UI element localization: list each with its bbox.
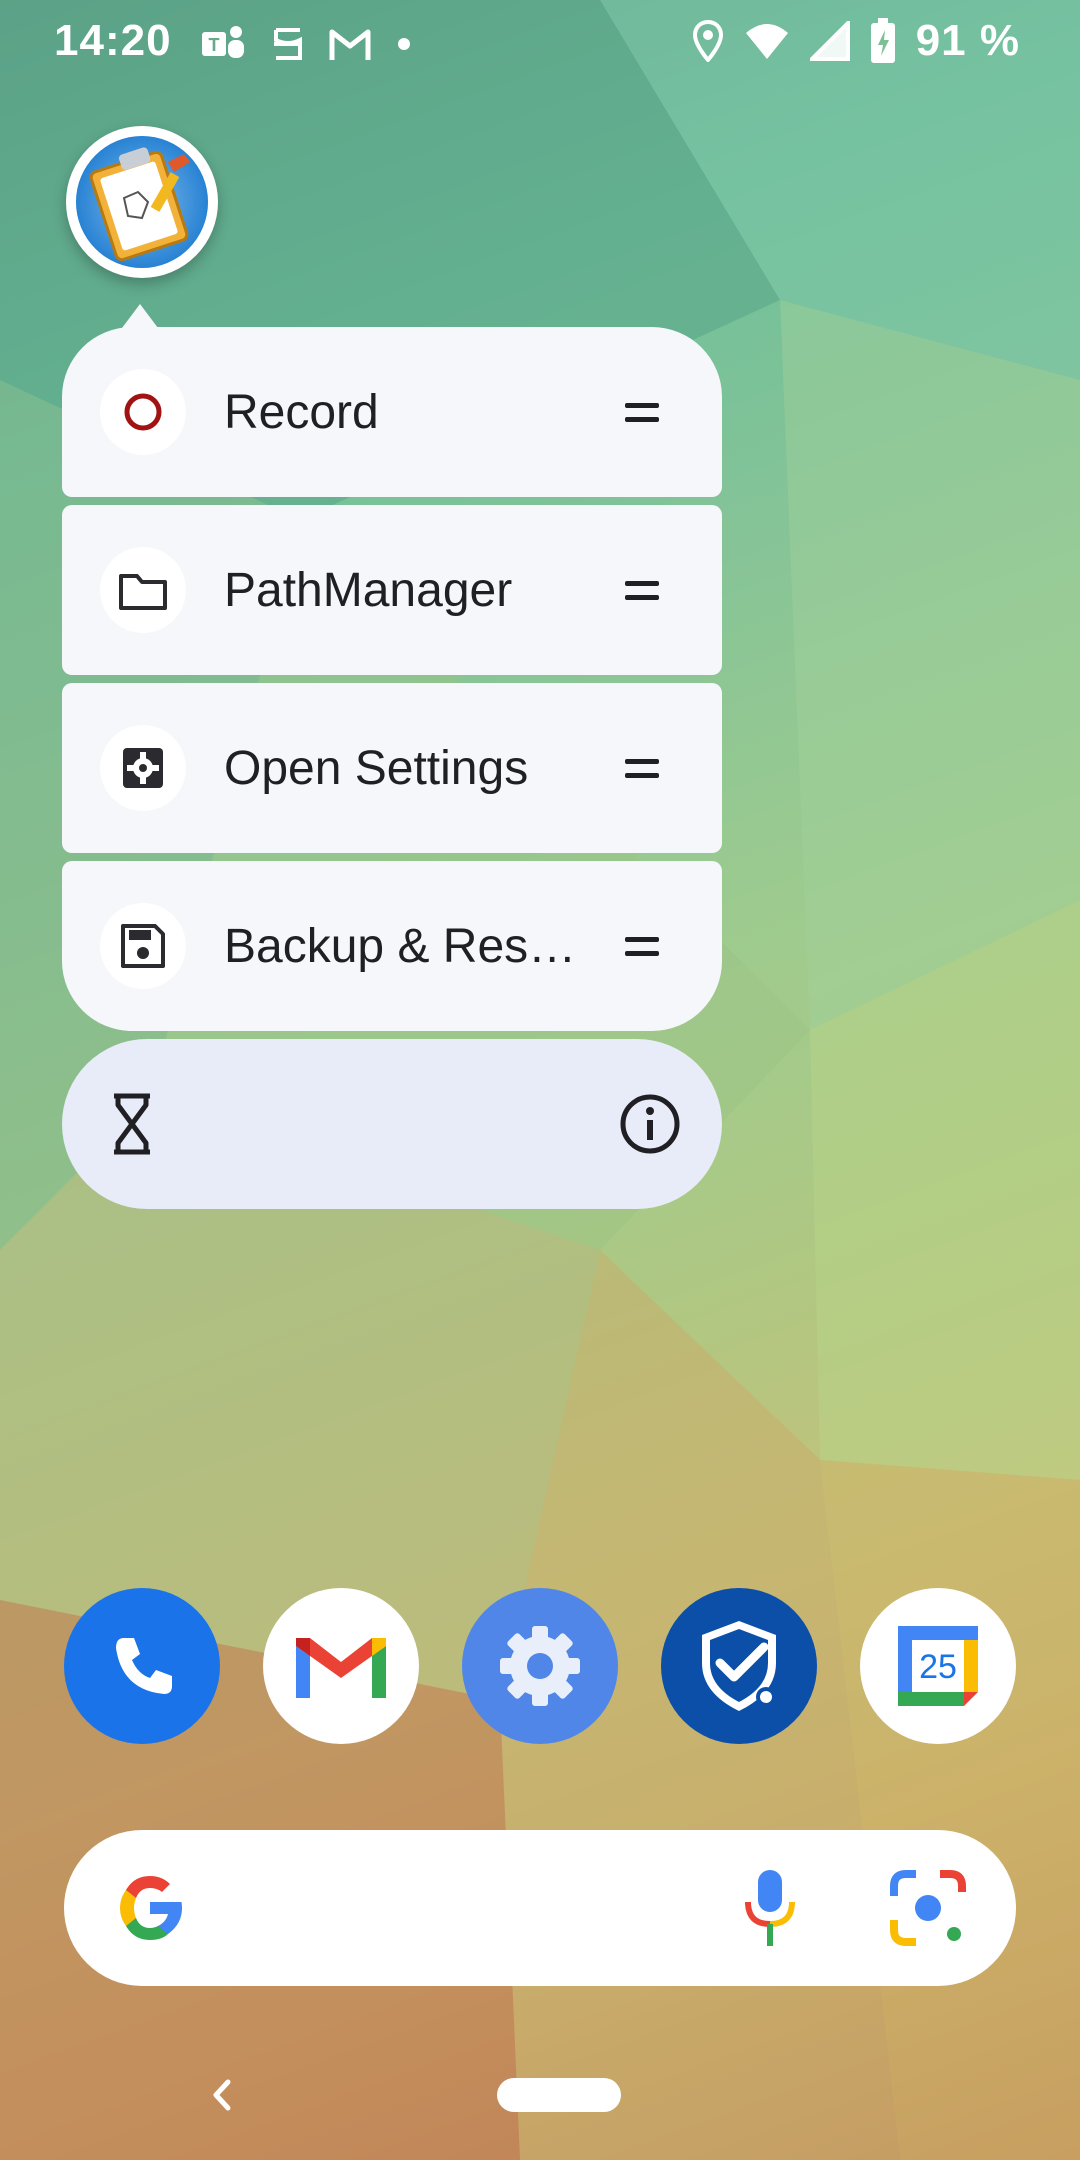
phone-icon[interactable] bbox=[64, 1588, 220, 1744]
status-bar: 14:20 T 91 % bbox=[0, 0, 1080, 90]
battery-charging-icon bbox=[870, 18, 896, 64]
wifi-icon bbox=[744, 21, 790, 61]
drag-handle-icon[interactable] bbox=[612, 936, 672, 956]
battery-percent: 91 % bbox=[915, 16, 1020, 65]
shortcut-label: Record bbox=[224, 385, 379, 439]
info-icon[interactable] bbox=[618, 1092, 682, 1156]
folder-icon bbox=[100, 547, 186, 633]
calendar-date: 25 bbox=[919, 1648, 957, 1686]
back-icon[interactable] bbox=[206, 2070, 236, 2125]
shortcut-open-settings[interactable]: Open Settings bbox=[62, 683, 722, 853]
mic-icon[interactable] bbox=[740, 1866, 800, 1955]
shortcut-label: Open Settings bbox=[224, 741, 529, 795]
settings-icon bbox=[100, 725, 186, 811]
svg-text:T: T bbox=[209, 35, 220, 55]
google-logo-icon bbox=[112, 1870, 188, 1951]
lens-icon[interactable] bbox=[888, 1868, 968, 1953]
record-icon bbox=[100, 369, 186, 455]
teams-icon: T bbox=[200, 22, 248, 66]
drag-handle-icon[interactable] bbox=[612, 758, 672, 778]
google-search-bar[interactable] bbox=[64, 1830, 1016, 1986]
drag-handle-icon[interactable] bbox=[612, 580, 672, 600]
shortcut-backup-restore[interactable]: Backup & Res… bbox=[62, 861, 722, 1031]
shortcut-label: PathManager bbox=[224, 563, 513, 617]
settings-icon[interactable] bbox=[462, 1588, 618, 1744]
gmail-icon[interactable] bbox=[263, 1588, 419, 1744]
popup-action-row bbox=[62, 1039, 722, 1209]
calendar-icon[interactable]: 25 bbox=[860, 1588, 1016, 1744]
popup-pointer bbox=[122, 304, 158, 328]
app-dock: 25 bbox=[64, 1588, 1016, 1744]
clipboard-icon bbox=[76, 136, 208, 268]
signal-icon bbox=[809, 21, 850, 61]
shortcut-pathmanager[interactable]: PathManager bbox=[62, 505, 722, 675]
shortcut-label: Backup & Res… bbox=[224, 919, 577, 973]
floppy-icon bbox=[100, 903, 186, 989]
status-time: 14:20 bbox=[54, 16, 172, 65]
dot-icon bbox=[394, 34, 414, 54]
drag-handle-icon[interactable] bbox=[612, 402, 672, 422]
shield-check-icon[interactable] bbox=[661, 1588, 817, 1744]
hourglass-icon[interactable] bbox=[110, 1093, 154, 1155]
gmail-icon bbox=[328, 26, 372, 62]
shortcut-record[interactable]: Record bbox=[62, 327, 722, 497]
home-pill[interactable] bbox=[497, 2078, 621, 2112]
scribe-icon bbox=[270, 22, 306, 66]
location-icon bbox=[692, 20, 724, 62]
clipboard-app-icon[interactable] bbox=[66, 126, 218, 278]
